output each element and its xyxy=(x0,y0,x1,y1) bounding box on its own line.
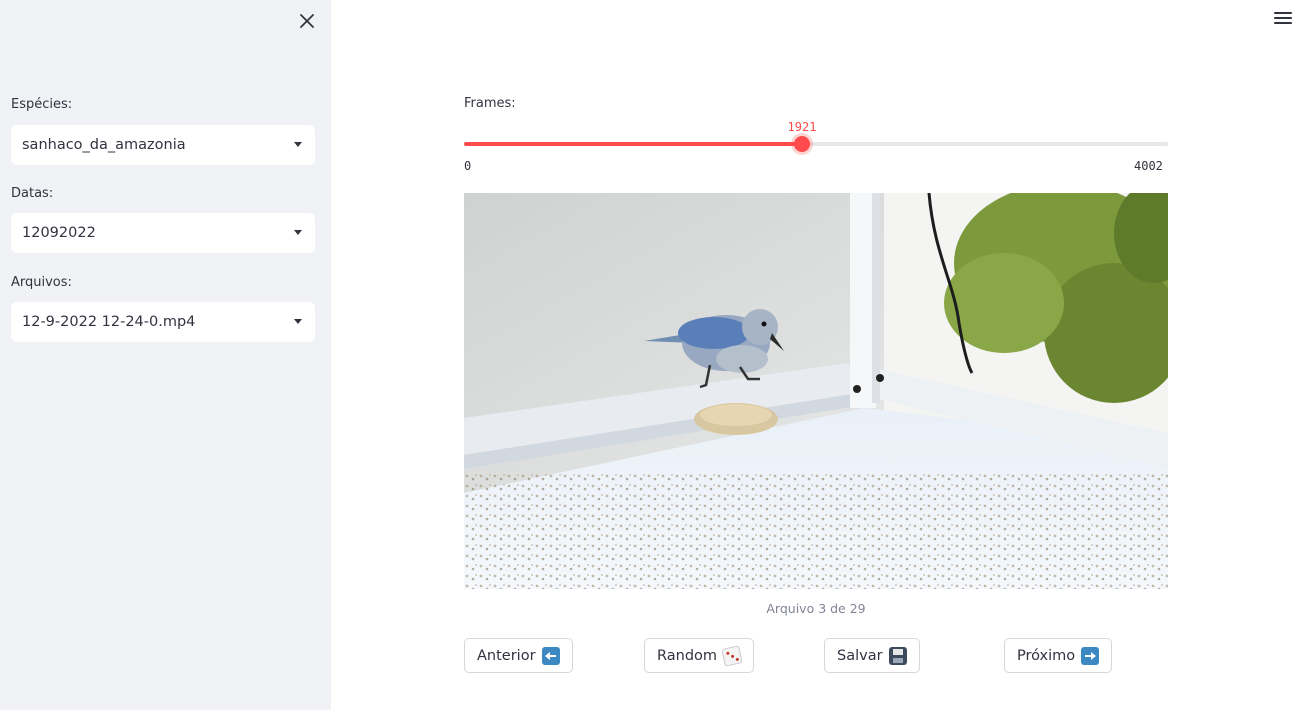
next-button[interactable]: Próximo xyxy=(1004,638,1113,673)
dates-select-value: 12092022 xyxy=(22,225,96,241)
bird-feeder-image xyxy=(464,193,1168,589)
dice-icon xyxy=(721,644,743,667)
files-select[interactable]: 12-9-2022 12-24-0.mp4 xyxy=(11,302,315,342)
frames-slider-min: 0 xyxy=(464,159,472,173)
next-button-label: Próximo xyxy=(1017,647,1076,664)
random-button-label: Random xyxy=(657,647,718,664)
chevron-down-icon xyxy=(294,319,302,324)
close-sidebar-icon[interactable] xyxy=(296,10,318,32)
frames-slider-max: 4002 xyxy=(1134,159,1163,173)
right-arrow-icon xyxy=(1081,646,1100,665)
species-select-value: sanhaco_da_amazonia xyxy=(22,137,186,153)
dates-select[interactable]: 12092022 xyxy=(11,213,315,253)
save-button[interactable]: Salvar xyxy=(824,638,920,673)
frames-slider[interactable] xyxy=(464,136,1168,152)
previous-button[interactable]: Anterior xyxy=(464,638,573,673)
previous-button-label: Anterior xyxy=(477,647,536,664)
files-select-value: 12-9-2022 12-24-0.mp4 xyxy=(22,314,196,330)
random-button[interactable]: Random xyxy=(644,638,755,673)
chevron-down-icon xyxy=(294,142,302,147)
frames-slider-value: 1921 xyxy=(787,120,817,134)
save-button-label: Salvar xyxy=(837,647,883,664)
video-frame xyxy=(464,193,1168,589)
chevron-down-icon xyxy=(294,230,302,235)
species-select[interactable]: sanhaco_da_amazonia xyxy=(11,125,315,165)
floppy-disk-icon xyxy=(888,646,907,665)
frames-slider-thumb[interactable] xyxy=(794,136,810,152)
hamburger-menu-icon[interactable] xyxy=(1274,12,1292,28)
file-counter: Arquivo 3 de 29 xyxy=(766,601,866,616)
frames-slider-label: Frames: xyxy=(464,96,516,111)
frames-slider-fill xyxy=(464,142,802,146)
dates-label: Datas: xyxy=(11,186,54,201)
left-arrow-icon xyxy=(541,646,560,665)
files-label: Arquivos: xyxy=(11,275,72,290)
species-label: Espécies: xyxy=(11,97,73,112)
sidebar: Espécies: sanhaco_da_amazonia Datas: 120… xyxy=(0,0,331,710)
